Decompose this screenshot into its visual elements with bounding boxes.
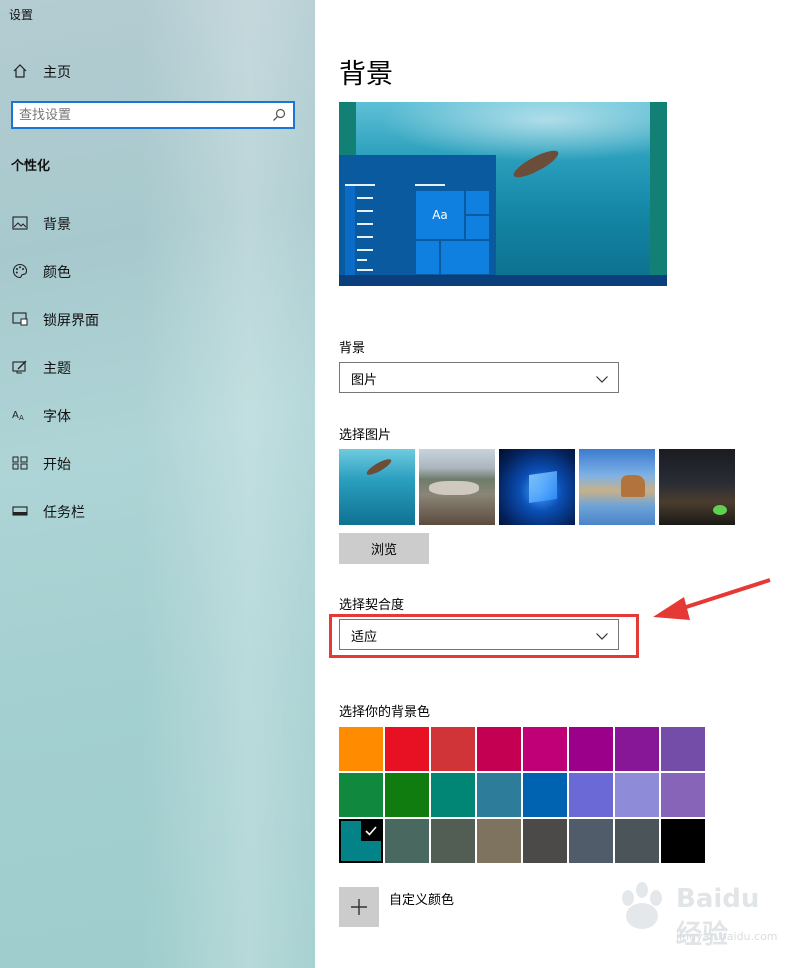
background-preview: Aa: [339, 102, 667, 286]
checkmark-icon: [361, 821, 381, 841]
dropdown-value: 适应: [351, 630, 378, 645]
search-input[interactable]: [19, 106, 259, 124]
color-swatch[interactable]: [385, 819, 429, 863]
color-swatch[interactable]: [661, 773, 705, 817]
sidebar-item-label: 开始: [43, 457, 71, 473]
sidebar-item-label: 锁屏界面: [43, 313, 99, 329]
background-color-label: 选择你的背景色: [339, 705, 431, 720]
color-swatch[interactable]: [477, 819, 521, 863]
picture-thumbnail-windows[interactable]: [499, 449, 575, 525]
sidebar-item-label: 颜色: [43, 265, 71, 281]
sidebar-item-label: 背景: [43, 217, 71, 233]
sidebar-item-lock-screen[interactable]: 锁屏界面: [0, 303, 315, 335]
theme-icon: [11, 358, 29, 376]
chevron-down-icon: [595, 371, 609, 385]
sidebar-item-label: 主题: [43, 361, 71, 377]
sidebar-item-label: 任务栏: [43, 505, 85, 521]
sidebar-item-label: 主页: [43, 65, 71, 81]
browse-button[interactable]: 浏览: [339, 533, 429, 564]
picture-thumbnail-night-sky[interactable]: [659, 449, 735, 525]
picture-thumbnail-underwater[interactable]: [339, 449, 415, 525]
color-swatch[interactable]: [477, 773, 521, 817]
search-box[interactable]: [11, 101, 295, 129]
color-swatch[interactable]: [431, 819, 475, 863]
chevron-down-icon: [595, 628, 609, 642]
fit-label: 选择契合度: [339, 598, 405, 613]
sidebar-item-taskbar[interactable]: 任务栏: [0, 495, 315, 527]
svg-text:A: A: [12, 410, 19, 421]
color-swatch[interactable]: [661, 819, 705, 863]
color-swatch[interactable]: [523, 727, 567, 771]
main-content: 背景 Aa 背景 图片 选择图片 浏览 选择契合度 适应 选择你的背景色 自定义…: [315, 0, 800, 968]
background-label: 背景: [339, 341, 366, 356]
window-title: 设置: [9, 8, 34, 22]
choose-picture-label: 选择图片: [339, 428, 392, 443]
watermark-logo: Baidu经验 jingyan.baidu.com: [612, 878, 778, 953]
color-swatch[interactable]: [431, 727, 475, 771]
sidebar-item-background[interactable]: 背景: [0, 207, 315, 239]
start-icon: [11, 454, 29, 472]
background-type-dropdown[interactable]: 图片: [339, 362, 619, 393]
color-swatch[interactable]: [339, 773, 383, 817]
sidebar-item-themes[interactable]: 主题: [0, 351, 315, 383]
color-swatch[interactable]: [569, 819, 613, 863]
custom-color-button[interactable]: [339, 887, 379, 927]
color-swatch[interactable]: [523, 773, 567, 817]
color-swatch[interactable]: [477, 727, 521, 771]
color-swatch[interactable]: [431, 773, 475, 817]
home-icon: [11, 62, 29, 80]
page-title: 背景: [339, 59, 393, 90]
color-swatch[interactable]: [615, 819, 659, 863]
palette-icon: [11, 262, 29, 280]
sidebar-item-label: 字体: [43, 409, 71, 425]
plus-icon: [351, 899, 367, 915]
taskbar-icon: [11, 502, 29, 520]
picture-thumbnail-village[interactable]: [419, 449, 495, 525]
search-icon[interactable]: [271, 107, 287, 123]
preview-start-menu: Aa: [339, 155, 496, 275]
sidebar-item-colors[interactable]: 颜色: [0, 255, 315, 287]
color-swatch[interactable]: [569, 773, 613, 817]
color-swatch[interactable]: [523, 819, 567, 863]
color-swatch[interactable]: [615, 727, 659, 771]
color-swatch[interactable]: [661, 727, 705, 771]
color-swatch[interactable]: [569, 727, 613, 771]
sidebar-item-start[interactable]: 开始: [0, 447, 315, 479]
picture-thumbnail-beach[interactable]: [579, 449, 655, 525]
sidebar-section-title: 个性化: [11, 159, 51, 174]
svg-text:A: A: [19, 414, 24, 422]
fit-dropdown[interactable]: 适应: [339, 619, 619, 650]
settings-sidebar: 设置 主页 个性化 背景 颜色 锁屏界面 主题: [0, 0, 315, 968]
preview-tile: Aa: [415, 190, 465, 240]
dropdown-value: 图片: [351, 373, 378, 388]
color-swatch[interactable]: [339, 727, 383, 771]
font-icon: AA: [11, 406, 29, 424]
color-swatch[interactable]: [615, 773, 659, 817]
lock-screen-icon: [11, 310, 29, 328]
color-swatch[interactable]: [339, 819, 383, 863]
picture-icon: [11, 214, 29, 232]
color-swatch[interactable]: [385, 773, 429, 817]
sidebar-item-fonts[interactable]: AA 字体: [0, 399, 315, 431]
sidebar-item-home[interactable]: 主页: [0, 56, 315, 86]
custom-color-label: 自定义颜色: [389, 893, 455, 908]
color-swatch[interactable]: [385, 727, 429, 771]
